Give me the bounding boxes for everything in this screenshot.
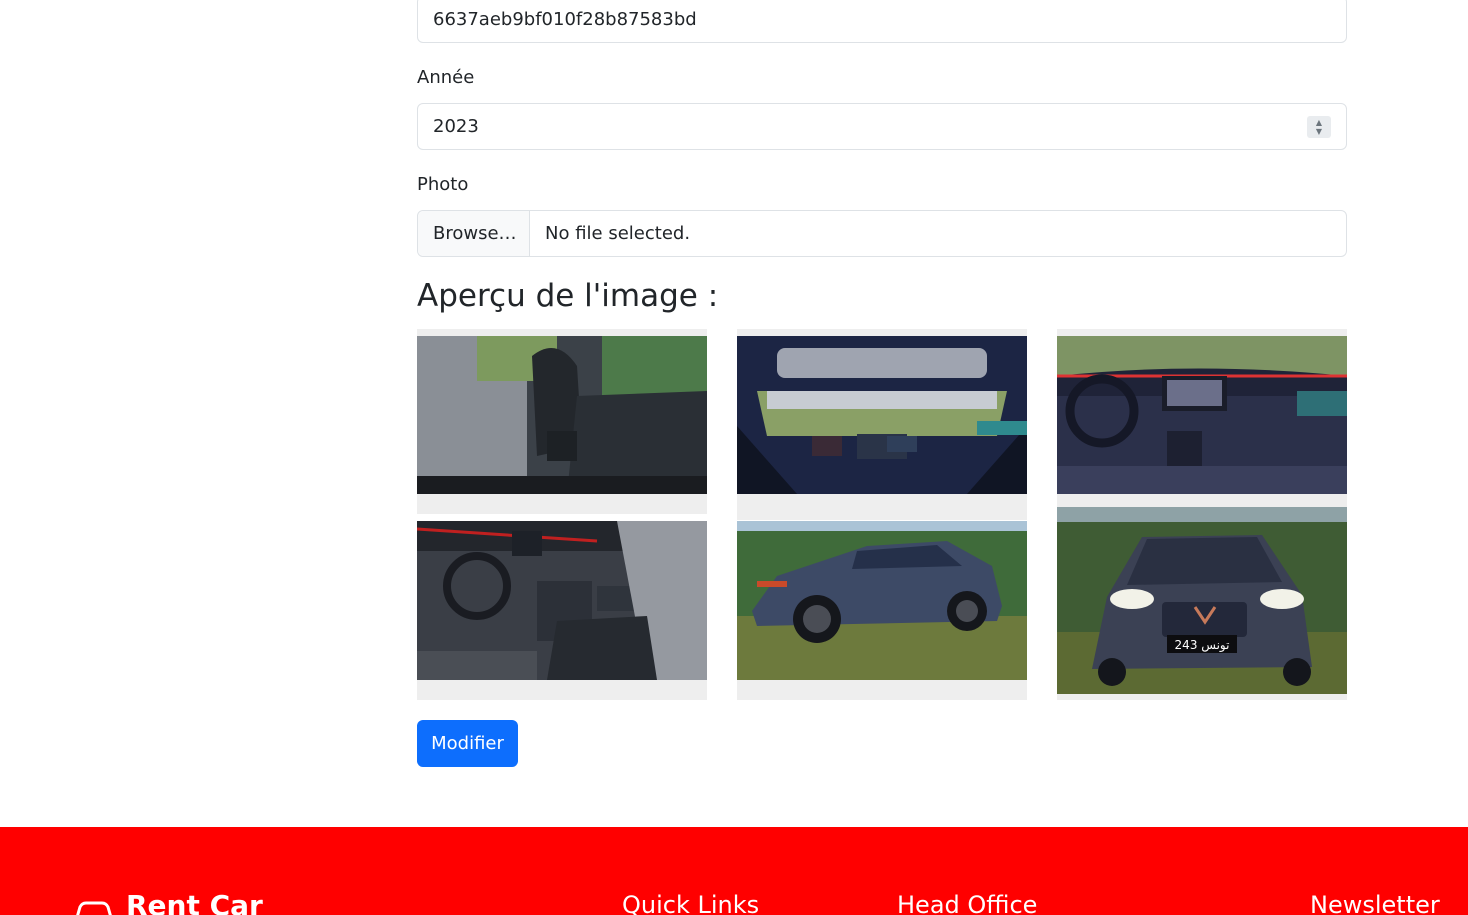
footer: Rent Car Quick Links Head Office Newslet… xyxy=(0,827,1468,915)
car-dashboard-photo xyxy=(1057,336,1347,494)
preview-image-5 xyxy=(737,521,1027,700)
number-spinner[interactable]: ▲ ▼ xyxy=(1307,116,1331,138)
car-sunroof-dashboard-photo xyxy=(737,336,1027,494)
year-value: 2023 xyxy=(433,116,479,137)
quick-links-heading: Quick Links xyxy=(622,891,760,915)
photo-label: Photo xyxy=(417,174,469,195)
photo-file-input[interactable]: Browse… No file selected. xyxy=(417,210,1347,257)
chevron-up-icon[interactable]: ▲ xyxy=(1316,118,1322,127)
file-status-text: No file selected. xyxy=(545,223,691,244)
year-input[interactable]: 2023 ▲ ▼ xyxy=(417,103,1347,150)
chevron-down-icon[interactable]: ▼ xyxy=(1316,127,1322,136)
license-plate-text: 243 تونس xyxy=(1175,638,1230,653)
preview-image-4 xyxy=(417,521,707,700)
preview-title: Aperçu de l'image : xyxy=(417,278,719,314)
car-front-interior-photo xyxy=(417,521,707,680)
car-side-view-photo xyxy=(737,521,1027,680)
preview-image-1 xyxy=(417,329,707,514)
preview-image-6: 243 تونس xyxy=(1057,507,1347,700)
preview-image-3 xyxy=(1057,329,1347,507)
car-rear-seats-photo xyxy=(417,336,707,494)
preview-image-2 xyxy=(737,329,1027,520)
car-front-view-photo: 243 تونس xyxy=(1057,507,1347,694)
newsletter-heading: Newsletter xyxy=(1310,891,1440,915)
modify-button[interactable]: Modifier xyxy=(417,720,518,767)
footer-brand[interactable]: Rent Car xyxy=(126,889,263,915)
browse-button[interactable]: Browse… xyxy=(418,211,530,256)
car-id-input[interactable]: 6637aeb9bf010f28b87583bd xyxy=(417,0,1347,43)
car-icon xyxy=(76,901,112,915)
head-office-heading: Head Office xyxy=(897,891,1038,915)
year-label: Année xyxy=(417,67,475,88)
